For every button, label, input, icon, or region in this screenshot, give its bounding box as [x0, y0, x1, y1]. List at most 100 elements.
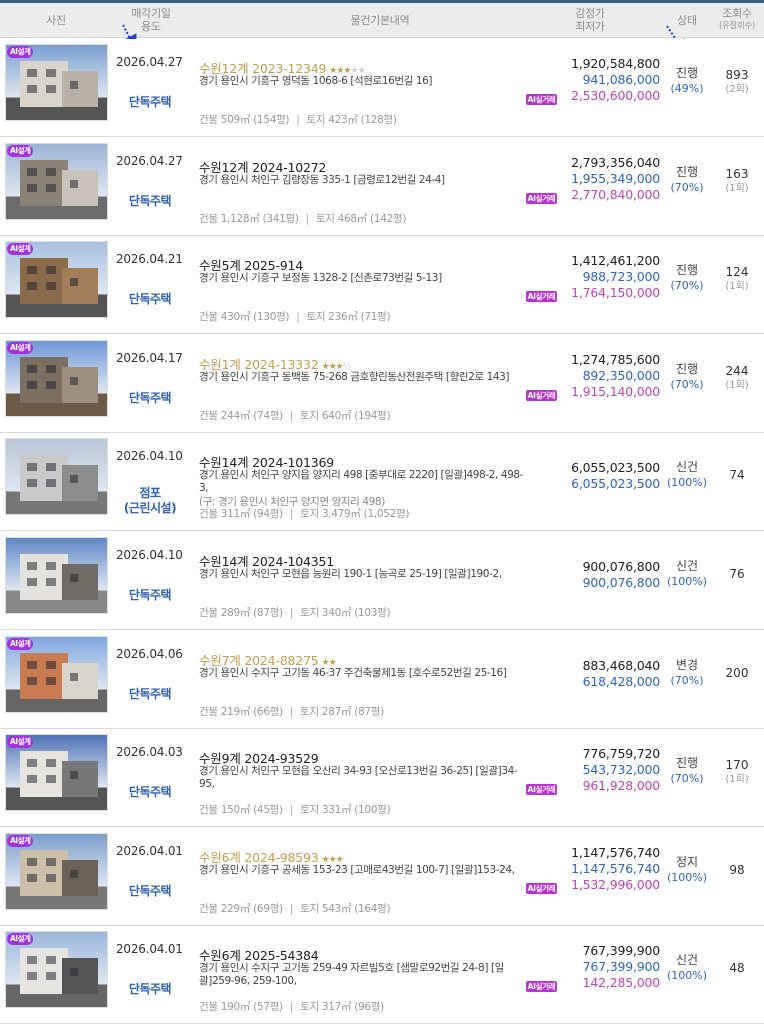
property-use[interactable]: 단독주택	[115, 785, 185, 800]
header-minimum: 최저가	[575, 20, 605, 33]
listing-row[interactable]: AI설계 2026.04.01 단독주택 수원6계 2024-98593 ★★★ …	[0, 828, 764, 926]
property-use[interactable]: 단독주택	[115, 687, 185, 702]
land-area: 토지 236㎡ (71평)	[306, 311, 391, 323]
case-number-text: 수원6계 2024-98593	[199, 850, 319, 865]
listing-row[interactable]: AI설계 2026.04.03 단독주택 수원9계 2024-93529 경기 …	[0, 729, 764, 827]
building-shape	[20, 258, 68, 304]
listing-row[interactable]: AI설계 2026.04.17 단독주택 수원1계 2024-13332 ★★★½…	[0, 335, 764, 433]
listing-row[interactable]: AI설계 2026.04.21 단독주택 수원5계 2025-914 경기 용인…	[0, 236, 764, 334]
property-photo[interactable]: AI설계	[5, 636, 108, 713]
building-area: 건물 1,128㎡ (341평)	[199, 213, 299, 225]
view-count: 244	[725, 364, 749, 378]
listing-row[interactable]: AI설계 2026.04.01 단독주택 수원6계 2025-54384 경기 …	[0, 926, 764, 1024]
sale-date: 2026.04.06	[116, 647, 183, 661]
listing-row[interactable]: AI설계 2026.04.06 단독주택 수원7계 2024-88275 ★★ 경…	[0, 631, 764, 729]
view-count: 48	[729, 961, 745, 975]
header-price[interactable]: 감정가 최저가	[560, 7, 620, 33]
minimum-price: 1,147,576,740	[571, 861, 660, 876]
window-shape	[27, 282, 37, 290]
property-use[interactable]: 단독주택	[115, 292, 185, 307]
ai-price-button[interactable]: AI실거래	[526, 981, 557, 992]
building-shape	[62, 367, 98, 403]
building-shape	[20, 850, 68, 896]
property-photo[interactable]	[5, 537, 108, 614]
window-shape	[27, 69, 37, 77]
property-photo[interactable]: AI설계	[5, 143, 108, 220]
appraisal-price: 883,468,040	[582, 658, 661, 673]
property-use[interactable]: 단독주택	[115, 95, 185, 110]
building-area: 건물 190㎡ (57평)	[199, 1001, 283, 1013]
window-shape	[27, 365, 37, 373]
property-photo[interactable]	[5, 438, 108, 515]
ai-price-button[interactable]: AI실거래	[526, 291, 557, 302]
building-area: 건물 311㎡ (94평)	[199, 508, 283, 520]
sale-date: 2026.04.10	[116, 548, 183, 562]
header-views-count: 조회수	[722, 7, 752, 20]
minimum-price-percent: (100%)	[666, 871, 708, 884]
window-shape	[46, 365, 56, 373]
ai-price-button[interactable]: AI실거래	[526, 883, 557, 894]
property-use[interactable]: 단독주택	[115, 194, 185, 209]
view-count: 124	[725, 265, 749, 279]
appraisal-price: 1,412,461,200	[571, 253, 660, 268]
property-use[interactable]: 단독주택	[115, 391, 185, 406]
fail-count: (2회)	[725, 84, 749, 95]
listing-row[interactable]: 2026.04.10 단독주택 수원14계 2024-104351 경기 용인시…	[0, 532, 764, 630]
fail-count: (1회)	[725, 183, 749, 194]
header-fail-count: (유찰회수)	[718, 21, 756, 31]
building-shape	[62, 71, 98, 107]
sale-price: 1,915,140,000	[571, 384, 660, 399]
view-count: 163	[725, 167, 749, 181]
appraisal-price: 776,759,720	[582, 746, 661, 761]
listing-row[interactable]: AI설계 2026.04.27 단독주택 수원12계 2023-12349 ★★★…	[0, 39, 764, 137]
property-photo[interactable]: AI설계	[5, 931, 108, 1008]
window-shape	[46, 874, 56, 882]
property-use[interactable]: 단독주택	[115, 588, 185, 603]
property-photo[interactable]: AI설계	[5, 734, 108, 811]
property-photo[interactable]: AI설계	[5, 44, 108, 121]
ai-price-button[interactable]: AI실거래	[526, 94, 557, 105]
building-area: 건물 244㎡ (74평)	[199, 410, 283, 422]
window-shape	[46, 381, 56, 389]
ai-price-button[interactable]: AI실거래	[526, 193, 557, 204]
area-divider: |	[296, 114, 300, 126]
land-area: 토지 543㎡ (164평)	[300, 903, 391, 915]
property-photo[interactable]: AI설계	[5, 340, 108, 417]
appraisal-price: 1,274,785,600	[571, 352, 660, 367]
area-info: 건물 509㎡ (154평) | 토지 423㎡ (128평)	[199, 112, 397, 127]
property-use[interactable]: 점포 (근린시설)	[115, 486, 185, 516]
ai-design-badge: AI설계	[7, 933, 34, 945]
building-area: 건물 509㎡ (154평)	[199, 114, 290, 126]
area-info: 건물 289㎡ (87평) | 토지 340㎡ (103평)	[199, 605, 391, 620]
ai-design-badge: AI설계	[7, 638, 34, 650]
listing-row[interactable]: AI설계 2026.04.27 단독주택 수원12계 2024-10272 경기…	[0, 138, 764, 236]
minimum-price-percent: (70%)	[670, 279, 704, 292]
ai-price-button[interactable]: AI실거래	[526, 390, 557, 401]
sale-date: 2026.04.10	[116, 449, 183, 463]
property-photo[interactable]: AI설계	[5, 833, 108, 910]
area-divider: |	[305, 213, 310, 225]
header-status[interactable]: 상태	[660, 14, 714, 27]
case-number-text: 수원6계 2025-54384	[199, 948, 319, 963]
minimum-price: 941,086,000	[582, 72, 661, 87]
header-views[interactable]: 조회수 (유찰회수)	[710, 7, 764, 33]
listing-row[interactable]: 2026.04.10 점포 (근린시설) 수원14계 2024-101369 경…	[0, 433, 764, 531]
property-photo[interactable]: AI설계	[5, 241, 108, 318]
property-use[interactable]: 단독주택	[115, 982, 185, 997]
header-date: 매각기일	[131, 7, 171, 20]
property-use[interactable]: 단독주택	[115, 884, 185, 899]
building-shape	[62, 170, 98, 206]
ai-design-badge: AI설계	[7, 243, 34, 255]
window-shape	[46, 677, 56, 685]
minimum-price-percent: (70%)	[670, 181, 704, 194]
auction-status: 신건	[675, 460, 699, 474]
case-number-text: 수원5계 2025-914	[199, 258, 304, 273]
minimum-price-percent: (70%)	[670, 674, 704, 687]
ai-price-button[interactable]: AI실거래	[526, 784, 557, 795]
window-shape	[46, 956, 56, 964]
appraisal-price: 767,399,900	[582, 943, 661, 958]
sale-price: 1,764,150,000	[571, 285, 660, 300]
building-shape	[62, 958, 98, 994]
header-date-use[interactable]: 매각기일 용도	[115, 7, 187, 33]
appraisal-price: 2,793,356,040	[571, 155, 660, 170]
